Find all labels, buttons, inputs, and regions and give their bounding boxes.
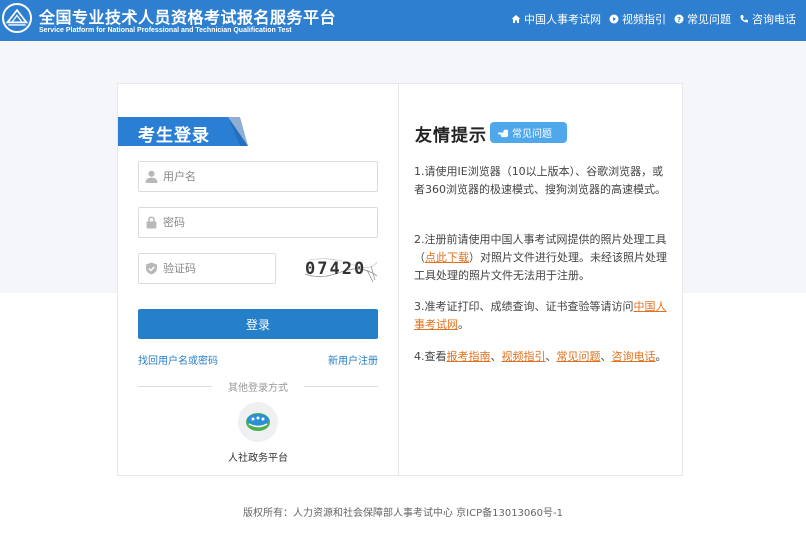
captcha-field-box — [138, 253, 276, 284]
gov-platform-icon[interactable] — [238, 402, 278, 442]
tips-panel: 友情提示 常见问题 1.请使用IE浏览器（10以上版本）、谷歌浏览器，或者360… — [398, 84, 682, 475]
nav-video-guide-label: 视频指引 — [622, 13, 666, 26]
login-title: 考生登录 — [138, 126, 210, 146]
site-title: 全国专业技术人员资格考试报名服务平台 — [39, 8, 337, 27]
password-field-box — [138, 207, 378, 238]
captcha-image[interactable]: 07420 — [301, 254, 379, 283]
user-icon — [145, 170, 158, 183]
login-banner: 考生登录 — [118, 117, 248, 146]
tips-title: 友情提示 — [415, 126, 487, 146]
faq-badge-button[interactable]: 常见问题 — [490, 122, 567, 143]
nav-cpta[interactable]: 中国人事考试网 — [511, 11, 601, 27]
username-field-box — [138, 161, 378, 192]
nav-faq-label: 常见问题 — [687, 13, 731, 26]
nav-cpta-label: 中国人事考试网 — [524, 13, 601, 26]
gov-platform-label[interactable]: 人社政务平台 — [118, 449, 398, 464]
hotline-link[interactable]: 咨询电话 — [612, 350, 656, 363]
svg-text:?: ? — [677, 16, 681, 24]
nav-hotline-label: 咨询电话 — [752, 13, 796, 26]
divider-line-right — [304, 386, 378, 387]
home-icon — [511, 15, 521, 23]
faq-link[interactable]: 常见问题 — [557, 350, 601, 363]
site-logo-icon — [2, 3, 32, 33]
tip-4-sep-1: 、 — [490, 350, 502, 363]
captcha-input[interactable] — [163, 262, 275, 275]
hand-pointer-icon — [498, 129, 509, 138]
tip-item-1: 1.请使用IE浏览器（10以上版本）、谷歌浏览器，或者360浏览器的极速模式、搜… — [414, 163, 672, 199]
top-nav: 中国人事考试网 视频指引 ? 常见问题 咨询电话 — [511, 11, 796, 27]
login-button[interactable]: 登录 — [138, 309, 378, 339]
password-input[interactable] — [163, 216, 377, 229]
site-subtitle: Service Platform for National Profession… — [39, 27, 292, 34]
register-link[interactable]: 新用户注册 — [328, 352, 378, 367]
tip-item-2: 2.注册前请使用中国人事考试网提供的照片处理工具（点此下载）对照片文件进行处理。… — [414, 231, 672, 285]
tip-4-sep-2: 、 — [545, 350, 557, 363]
exam-guide-link[interactable]: 报考指南 — [447, 350, 491, 363]
shield-icon — [146, 262, 157, 275]
other-login-divider: 其他登录方式 — [138, 379, 378, 394]
tip-item-3: 3.准考证打印、成绩查询、证书查验等请访问中国人事考试网。 — [414, 298, 672, 334]
phone-icon — [740, 15, 748, 23]
tip-3-prefix: 3.准考证打印、成绩查询、证书查验等请访问 — [414, 300, 634, 313]
tip-1-text: 1.请使用IE浏览器（10以上版本）、谷歌浏览器，或者360浏览器的极速模式、搜… — [414, 165, 666, 196]
tip-4-sep-3: 、 — [600, 350, 612, 363]
faq-badge-label: 常见问题 — [512, 129, 552, 140]
nav-hotline[interactable]: 咨询电话 — [739, 11, 796, 27]
play-icon — [609, 14, 619, 24]
username-input[interactable] — [163, 170, 377, 183]
question-icon: ? — [674, 14, 684, 24]
photo-tool-download-link[interactable]: 点此下载 — [425, 251, 469, 264]
forgot-password-link[interactable]: 找回用户名或密码 — [138, 352, 218, 367]
tip-4-suffix: 。 — [655, 350, 667, 363]
nav-faq[interactable]: ? 常见问题 — [674, 11, 731, 27]
footer-copyright: 版权所有：人力资源和社会保障部人事考试中心 京ICP备13013060号-1 — [242, 508, 563, 519]
login-panel: 考生登录 07420 登录 找回用户名或密码 新用户注册 — [118, 84, 398, 475]
top-header: 全国专业技术人员资格考试报名服务平台 Service Platform for … — [0, 0, 806, 41]
tip-4-prefix: 4.查看 — [414, 350, 447, 363]
lock-icon — [146, 216, 157, 229]
main-card: 考生登录 07420 登录 找回用户名或密码 新用户注册 — [117, 83, 683, 476]
tip-item-4: 4.查看报考指南、视频指引、常见问题、咨询电话。 — [414, 348, 672, 366]
captcha-text: 07420 — [305, 259, 366, 279]
tip-3-suffix: 。 — [458, 318, 469, 331]
nav-video-guide[interactable]: 视频指引 — [609, 11, 666, 27]
video-guide-link[interactable]: 视频指引 — [502, 350, 546, 363]
